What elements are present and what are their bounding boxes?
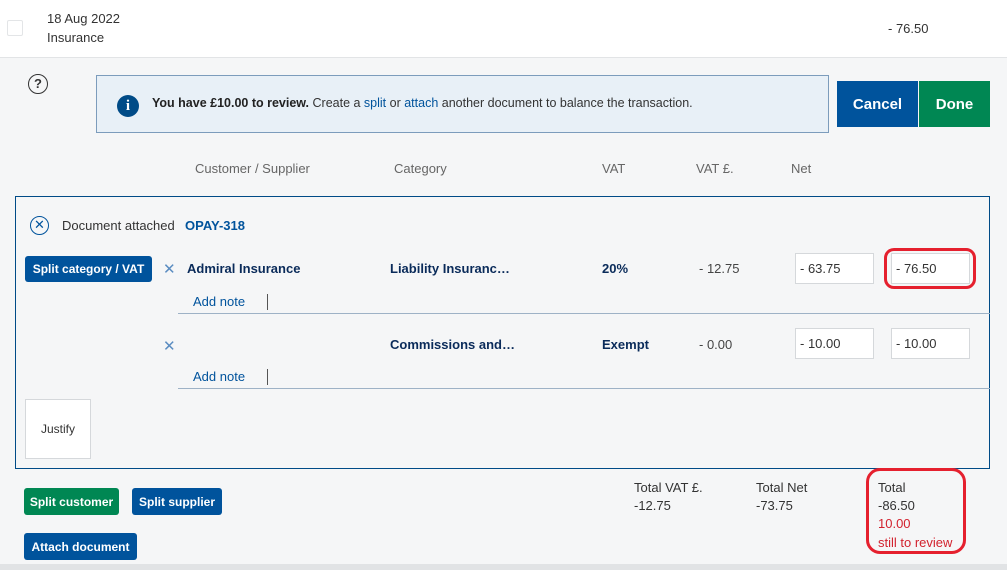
banner-bold-text: You have £10.00 to review. (152, 96, 310, 110)
done-button[interactable]: Done (919, 81, 990, 127)
banner-text-or: or (386, 96, 405, 110)
transaction-description: Insurance (47, 30, 105, 45)
split-customer-button[interactable]: Split customer (24, 488, 119, 515)
split-supplier-button[interactable]: Split supplier (132, 488, 222, 515)
total-net-value: -73.75 (756, 498, 793, 513)
column-header-net: Net (791, 161, 812, 176)
close-circle-icon[interactable]: ✕ (30, 216, 49, 235)
document-ref-link[interactable]: OPAY-318 (185, 218, 245, 233)
total-vat-label: Total VAT £. (634, 480, 703, 495)
justify-button[interactable]: Justify (25, 399, 91, 459)
line-1-total-highlight (884, 248, 976, 289)
line-2-vat-amount: - 0.00 (699, 337, 733, 352)
total-net-label: Total Net (756, 480, 808, 495)
transaction-amount: - 76.50 (888, 21, 929, 36)
banner-message: You have £10.00 to review. Create a spli… (152, 96, 693, 110)
line-2-vat-rate[interactable]: Exempt (602, 337, 649, 352)
close-icon[interactable]: ✕ (163, 337, 176, 355)
line-1-note-cursor (267, 294, 268, 310)
bottom-divider (0, 564, 1007, 570)
line-2-divider (178, 388, 990, 389)
line-2-category[interactable]: Commissions and… (390, 337, 515, 352)
line-2-add-note-link[interactable]: Add note (193, 369, 245, 384)
close-icon[interactable]: ✕ (163, 260, 176, 278)
review-banner: i You have £10.00 to review. Create a sp… (96, 75, 829, 133)
column-header-customer-supplier: Customer / Supplier (195, 161, 310, 176)
line-1-divider (178, 313, 990, 314)
column-header-category: Category (394, 161, 447, 176)
line-2-total-input[interactable] (891, 328, 970, 359)
attach-document-button[interactable]: Attach document (24, 533, 137, 560)
cancel-button[interactable]: Cancel (837, 81, 918, 127)
transaction-row (0, 0, 1007, 58)
split-category-vat-button[interactable]: Split category / VAT (25, 256, 152, 282)
total-vat-value: -12.75 (634, 498, 671, 513)
attach-link[interactable]: attach (404, 96, 438, 110)
totals-highlight (866, 468, 966, 554)
split-link[interactable]: split (364, 96, 386, 110)
banner-text-after: another document to balance the transact… (438, 96, 693, 110)
transaction-date: 18 Aug 2022 (47, 11, 121, 26)
transaction-checkbox[interactable] (7, 20, 23, 36)
line-1-add-note-link[interactable]: Add note (193, 294, 245, 309)
line-2-note-cursor (267, 369, 268, 385)
line-1-vat-amount: - 12.75 (699, 261, 740, 276)
document-attached-label: Document attached (62, 218, 175, 233)
column-header-vat-amount: VAT £. (696, 161, 734, 176)
banner-text-before: Create a (309, 96, 364, 110)
question-circle-icon[interactable]: ? (28, 74, 48, 94)
line-1-net-input[interactable] (795, 253, 874, 284)
line-1-vat-rate[interactable]: 20% (602, 261, 628, 276)
info-icon: i (117, 95, 139, 117)
line-2-net-input[interactable] (795, 328, 874, 359)
line-1-category[interactable]: Liability Insuranc… (390, 261, 510, 276)
line-1-customer[interactable]: Admiral Insurance (187, 261, 300, 276)
column-header-vat: VAT (602, 161, 626, 176)
